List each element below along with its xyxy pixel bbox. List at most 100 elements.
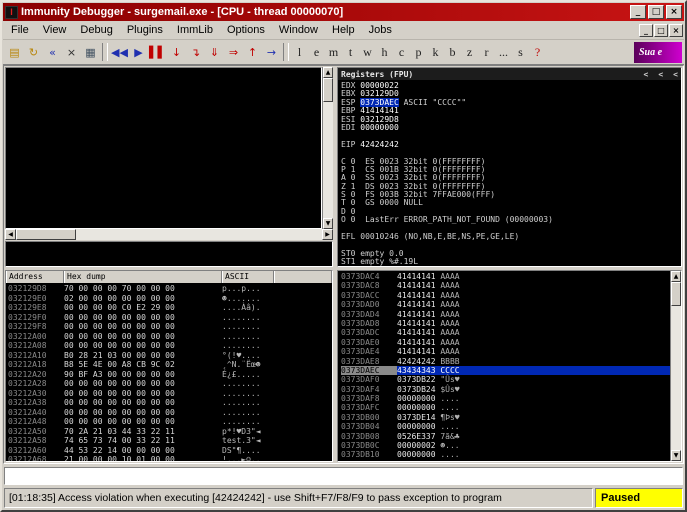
register-line[interactable]: EBX 032129D0 [341,89,681,97]
register-line[interactable] [341,131,681,139]
memory-map-button[interactable]: m [325,42,342,62]
dump-header-address[interactable]: Address [6,271,64,283]
stack-row[interactable]: 0373DB0C00000002 ☻... [341,441,670,450]
scroll-track[interactable] [671,282,681,450]
minimize-button[interactable]: _ [630,5,646,19]
stack-row[interactable]: 0373DB1400000000 .... [341,460,670,461]
stack-row[interactable]: 0373DADC41414141 AAAA [341,328,670,337]
animate-into-icon[interactable]: ⇓ [205,42,224,62]
register-line[interactable]: S 0 FS 003B 32bit 7FFAE000(FFF) [341,190,681,198]
stack-row[interactable]: 0373DAF800000000 .... [341,394,670,403]
menu-help[interactable]: Help [325,22,362,38]
dump-row[interactable]: 032129E002 00 00 00 00 00 00 00☻....... [8,294,332,304]
register-line[interactable]: ST0 empty 0.0 [341,249,681,257]
disassembly-pane[interactable] [5,67,322,229]
dump-header-hex[interactable]: Hex dump [64,271,222,283]
stack-row[interactable]: 0373DAEC43434343 CCCC [341,366,670,375]
registers-pane-button[interactable]: < [644,70,649,79]
register-line[interactable]: O 0 LastErr ERROR_PATH_NOT_FOUND (000000… [341,215,681,223]
register-line[interactable]: T 0 GS 0000 NULL [341,198,681,206]
register-line[interactable]: C 0 ES 0023 32bit 0(FFFFFFFF) [341,157,681,165]
dump-row[interactable]: 03212A3800 00 00 00 00 00 00 00........ [8,398,332,408]
pause-icon[interactable]: ▌▌ [148,42,167,62]
dump-row[interactable]: 03212A6821 00 00 00 10 01 00 00!...►☺.. [8,455,332,461]
references-button[interactable]: r [478,42,495,62]
threads-button[interactable]: t [342,42,359,62]
scroll-track[interactable] [323,78,333,218]
command-input[interactable] [4,467,683,485]
scroll-right-icon[interactable]: ▶ [322,229,333,240]
stack-row[interactable]: 0373DB1000000000 .... [341,450,670,459]
menu-debug[interactable]: Debug [73,22,119,38]
stack-row[interactable]: 0373DB080526E337 7ã&♣ [341,432,670,441]
call-stack-button[interactable]: k [427,42,444,62]
stack-row[interactable]: 0373DAC441414141 AAAA [341,272,670,281]
memory-dump-pane[interactable]: Address Hex dump ASCII 032129D870 00 00 … [5,270,333,462]
register-line[interactable] [341,148,681,156]
dump-row[interactable]: 03212A10B0 28 21 03 00 00 00 00°(!♥.... [8,351,332,361]
mdi-restore-button[interactable]: □ [654,24,668,37]
animate-over-icon[interactable]: ⇒ [224,42,243,62]
scroll-thumb[interactable] [323,78,333,102]
register-line[interactable]: EFL 00010246 (NO,NB,E,BE,NS,PE,GE,LE) [341,232,681,240]
step-over-icon[interactable]: ↴ [186,42,205,62]
title-bar[interactable]: I Immunity Debugger - surgemail.exe - [C… [3,3,684,21]
stack-row[interactable]: 0373DAD441414141 AAAA [341,310,670,319]
menu-file[interactable]: File [4,22,36,38]
register-line[interactable]: D 0 [341,207,681,215]
windows-icon[interactable]: ▦ [81,42,100,62]
more-button[interactable]: ... [495,42,512,62]
dump-row[interactable]: 03212A3000 00 00 00 00 00 00 00........ [8,389,332,399]
scroll-up-icon[interactable]: ▲ [671,271,681,282]
detach-icon[interactable]: « [43,42,62,62]
close-process-icon[interactable]: × [62,42,81,62]
menu-window[interactable]: Window [272,22,325,38]
register-line[interactable]: ESI 032129D8 [341,115,681,123]
stack-row[interactable]: 0373DAF40373DB24 $Ûs♥ [341,385,670,394]
dump-row[interactable]: 03212A18B8 5E 4E 00 A8 CB 9C 02¸^N.¨Ëœ☻ [8,360,332,370]
info-pane[interactable] [5,241,333,267]
register-line[interactable] [341,224,681,232]
windows-button[interactable]: w [359,42,376,62]
scroll-down-icon[interactable]: ▼ [323,218,333,229]
stack-row[interactable]: 0373DAE441414141 AAAA [341,347,670,356]
stack-row[interactable]: 0373DACC41414141 AAAA [341,291,670,300]
handles-button[interactable]: h [376,42,393,62]
stack-row[interactable]: 0373DAF00373DB22 "Ûs♥ [341,375,670,384]
register-line[interactable]: EDX 00000022 [341,81,681,89]
menu-immlib[interactable]: ImmLib [170,22,220,38]
dump-row[interactable]: 03212A4000 00 00 00 00 00 00 00........ [8,408,332,418]
scroll-thumb[interactable] [16,229,76,240]
registers-pane-button[interactable]: < [673,70,678,79]
menu-plugins[interactable]: Plugins [120,22,170,38]
register-line[interactable]: P 1 CS 001B 32bit 0(FFFFFFFF) [341,165,681,173]
menu-options[interactable]: Options [220,22,272,38]
stack-vertical-scrollbar[interactable]: ▲ ▼ [670,271,681,461]
executable-modules-button[interactable]: e [308,42,325,62]
run-icon[interactable]: ▶ [129,42,148,62]
patches-button[interactable]: p [410,42,427,62]
dump-row[interactable]: 03212A6044 53 22 14 00 00 00 00DS"¶.... [8,446,332,456]
disassembly-horizontal-scrollbar[interactable]: ◀ ▶ [5,229,333,240]
menu-jobs[interactable]: Jobs [362,22,399,38]
stack-row[interactable]: 0373DB000373DE14 ¶Þs♥ [341,413,670,422]
dump-row[interactable]: 032129F800 00 00 00 00 00 00 00........ [8,322,332,332]
menu-view[interactable]: View [36,22,74,38]
stack-row[interactable]: 0373DB0400000000 .... [341,422,670,431]
open-file-icon[interactable]: ▤ [5,42,24,62]
log-window-button[interactable]: l [291,42,308,62]
mdi-minimize-button[interactable]: _ [639,24,653,37]
stack-row[interactable]: 0373DAD841414141 AAAA [341,319,670,328]
register-line[interactable]: EBP 41414141 [341,106,681,114]
goto-eip-icon[interactable]: → [262,42,281,62]
step-into-icon[interactable]: ↓ [167,42,186,62]
scroll-up-icon[interactable]: ▲ [323,67,333,78]
dump-header-ascii[interactable]: ASCII [222,271,274,283]
register-line[interactable]: Z 1 DS 0023 32bit 0(FFFFFFFF) [341,182,681,190]
dump-row[interactable]: 032129D870 00 00 00 70 00 00 00p...p... [8,284,332,294]
dump-row[interactable]: 03212A5874 65 73 74 00 33 22 11test.3"◄ [8,436,332,446]
register-line[interactable]: A 0 SS 0023 32bit 0(FFFFFFFF) [341,173,681,181]
mdi-close-button[interactable]: × [669,24,683,37]
restart-icon[interactable]: ↻ [24,42,43,62]
dump-row[interactable]: 03212A5070 2A 21 03 44 33 22 11p*!♥D3"◄ [8,427,332,437]
